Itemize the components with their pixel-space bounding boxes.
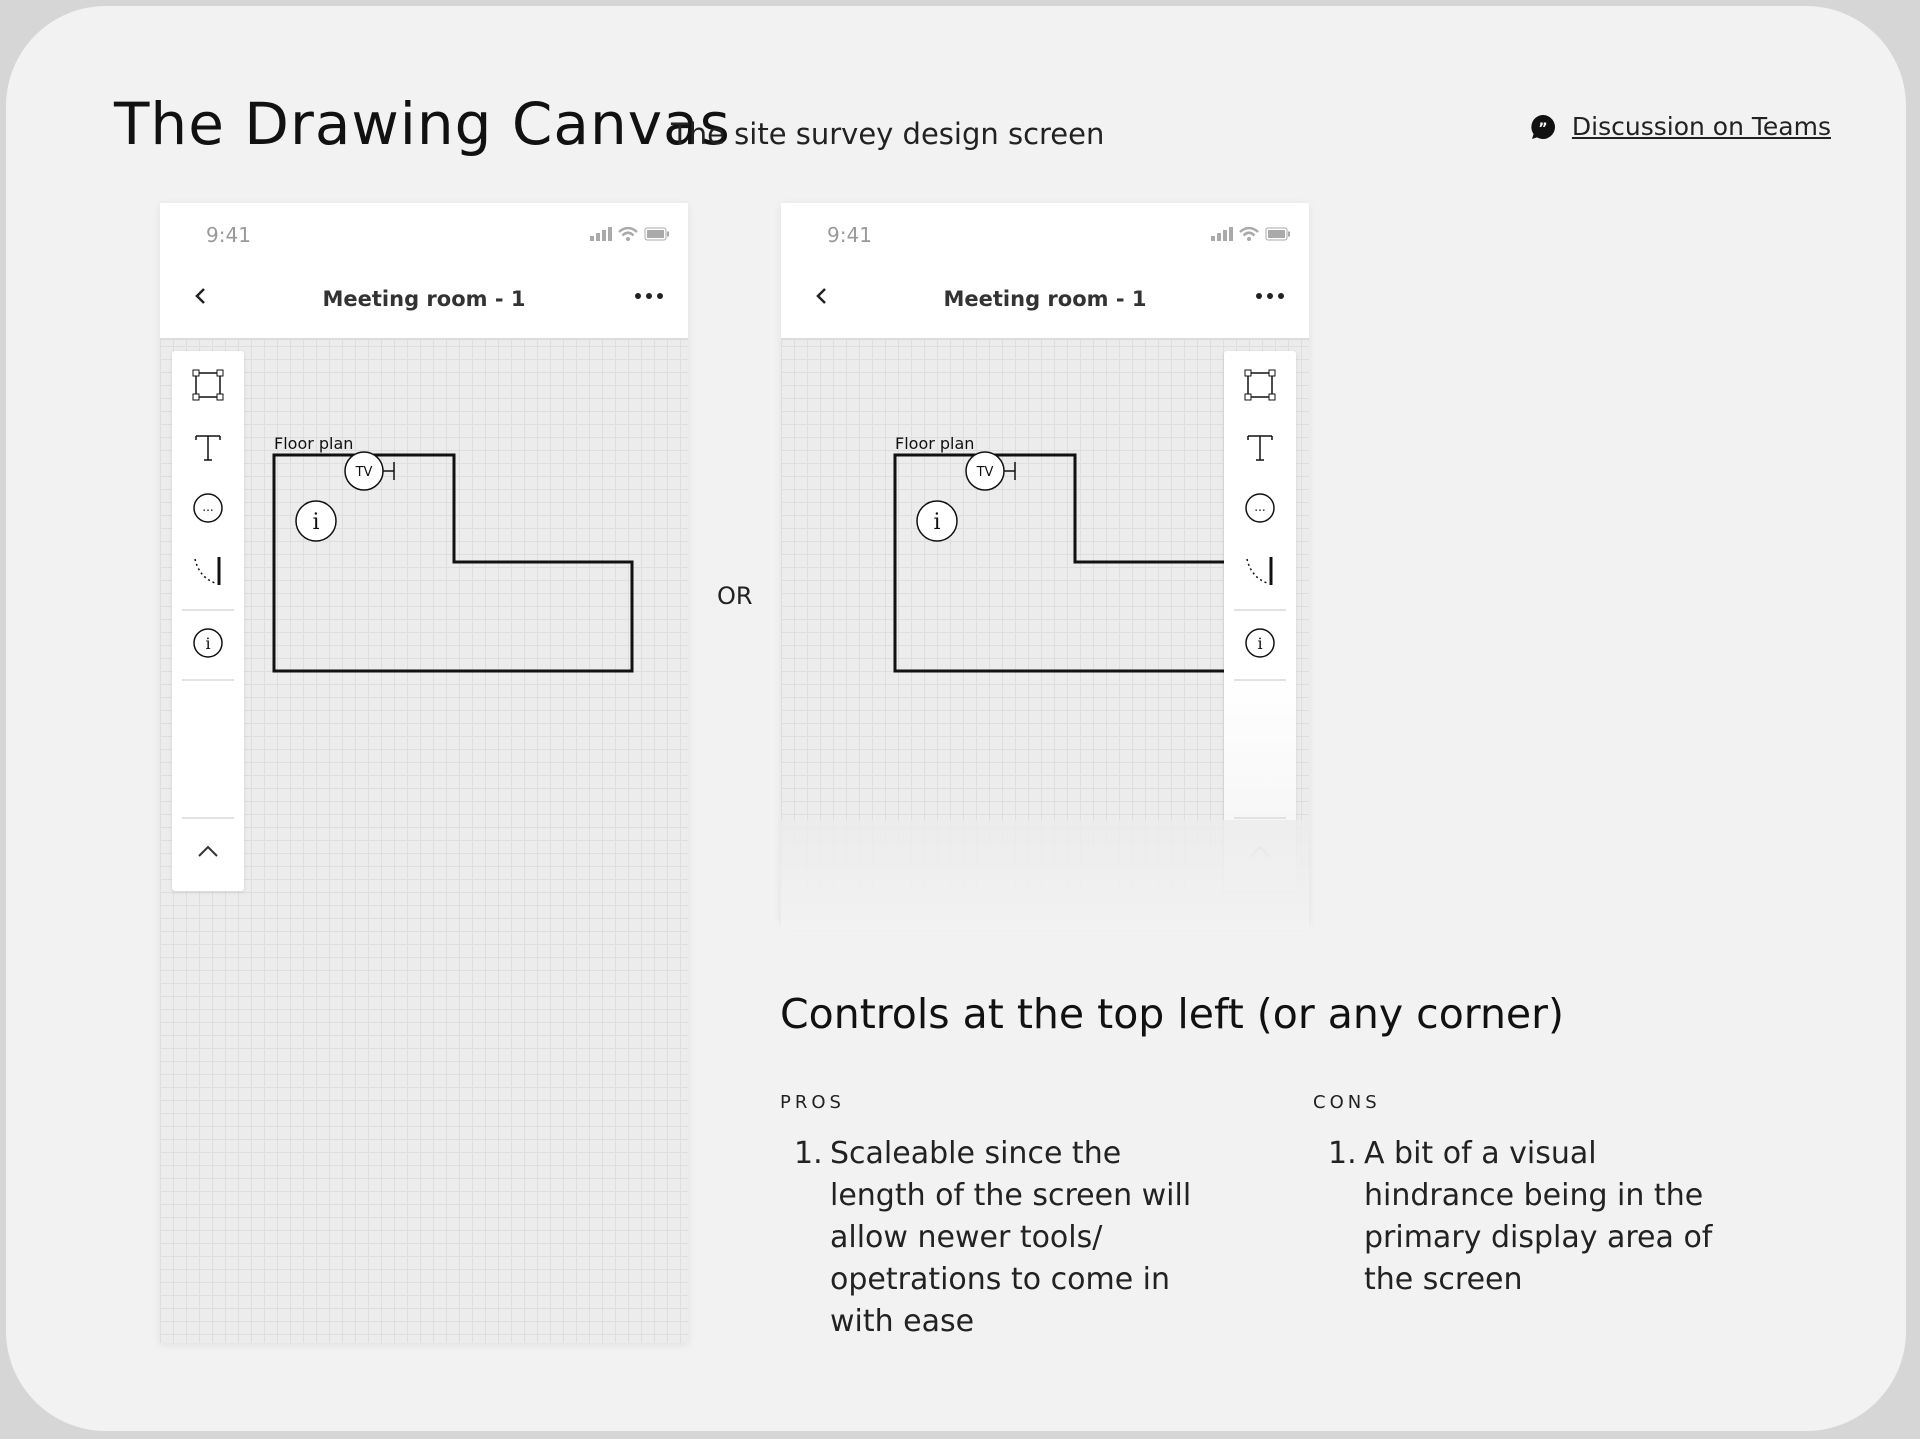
toolbar-divider: [1234, 609, 1286, 611]
pros-list-item: 1. Scaleable since the length of the scr…: [794, 1133, 1194, 1343]
cons-label: CONS: [1313, 1092, 1381, 1113]
chevron-up-icon[interactable]: [188, 832, 228, 872]
tool-panel: ... i: [1224, 351, 1296, 891]
svg-text:”: ”: [1538, 121, 1547, 137]
page-title: The Drawing Canvas: [114, 90, 731, 158]
comment-icon[interactable]: ...: [1240, 488, 1280, 528]
pros-item-text: Scaleable since the length of the screen…: [830, 1136, 1192, 1339]
door-icon[interactable]: [1240, 550, 1280, 590]
chat-quote-icon: ”: [1530, 114, 1556, 140]
tool-panel: ... i: [172, 351, 244, 891]
info-icon-glyph: i: [1257, 634, 1262, 653]
list-number: 1.: [1328, 1136, 1357, 1171]
toolbar-divider: [182, 817, 234, 819]
comment-icon[interactable]: ...: [188, 488, 228, 528]
pros-label: PROS: [780, 1092, 845, 1113]
info-marker-glyph: i: [312, 510, 319, 535]
toolbar-divider: [1234, 817, 1286, 819]
toolbar-divider: [182, 609, 234, 611]
page-subtitle: The site survey design screen: [671, 117, 1105, 151]
info-marker[interactable]: i: [294, 499, 338, 543]
info-marker-glyph: i: [933, 510, 940, 535]
cons-list-item: 1. A bit of a visual hindrance being in …: [1328, 1133, 1728, 1301]
mockup-fade: [781, 820, 1309, 930]
comment-icon-glyph: ...: [202, 500, 213, 514]
text-icon[interactable]: [1240, 427, 1280, 467]
cons-item-text: A bit of a visual hindrance being in the…: [1364, 1136, 1713, 1297]
discussion-link[interactable]: ” Discussion on Teams: [1530, 112, 1831, 141]
toolbar-divider: [182, 679, 234, 681]
or-separator: OR: [717, 582, 753, 610]
tv-label: TV: [976, 465, 994, 480]
door-icon[interactable]: [188, 550, 228, 590]
comment-icon-glyph: ...: [1254, 500, 1265, 514]
tv-label: TV: [355, 465, 373, 480]
section-heading: Controls at the top left (or any corner): [780, 990, 1565, 1038]
discussion-link-text[interactable]: Discussion on Teams: [1572, 112, 1831, 141]
info-icon-glyph: i: [205, 634, 210, 653]
info-icon[interactable]: i: [188, 623, 228, 663]
tv-element[interactable]: TV: [965, 449, 1035, 493]
info-icon[interactable]: i: [1240, 623, 1280, 663]
text-icon[interactable]: [188, 427, 228, 467]
tv-element[interactable]: TV: [344, 449, 414, 493]
toolbar-divider: [1234, 679, 1286, 681]
rectangle-select-icon[interactable]: [1240, 365, 1280, 405]
list-number: 1.: [794, 1136, 823, 1171]
phone-mockup-right: 9:41 Meeting room - 1 Floor plan TV i ..…: [781, 203, 1309, 923]
rectangle-select-icon[interactable]: [188, 365, 228, 405]
info-marker[interactable]: i: [915, 499, 959, 543]
phone-mockup-left: 9:41 Meeting room - 1 Floor plan TV i ..…: [160, 203, 688, 1343]
